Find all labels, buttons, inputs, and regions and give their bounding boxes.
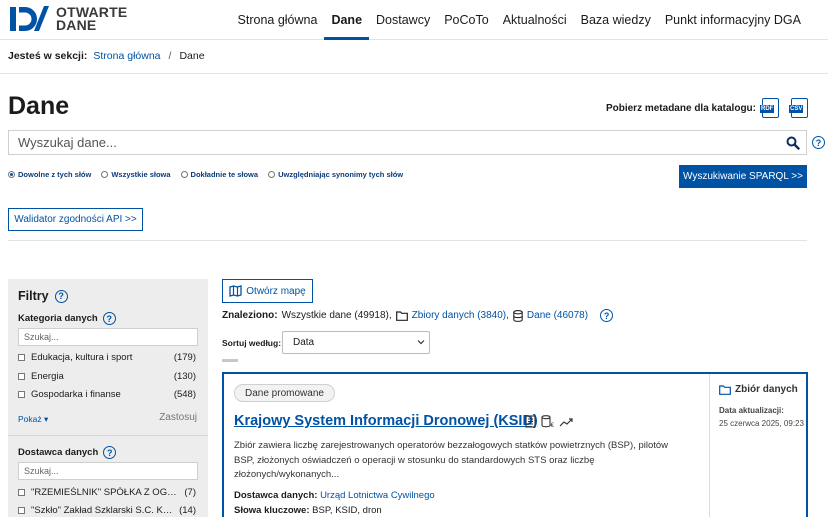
document-list-icon bbox=[525, 415, 536, 428]
result-keywords: Słowa kluczowe: BSP, KSID, dron bbox=[234, 505, 382, 516]
updated-label: Data aktualizacji: bbox=[719, 406, 784, 415]
results-summary: Znaleziono: Wszystkie dane (49918), Zbio… bbox=[222, 309, 614, 322]
api-validator-button[interactable]: Walidator zgodności API >> bbox=[8, 208, 143, 231]
logo-text: OTWARTE DANE bbox=[56, 4, 128, 33]
main-nav: Strona główna Dane Dostawcy PoCoTo Aktua… bbox=[231, 0, 808, 40]
metadata-download-label: Pobierz metadane dla katalogu: bbox=[605, 102, 756, 114]
result-description: Zbiór zawiera liczbę zarejestrowanych op… bbox=[234, 440, 669, 480]
breadcrumb-current: Dane bbox=[179, 50, 205, 62]
sort-select[interactable]: Data bbox=[282, 331, 430, 354]
nav-pocoto[interactable]: PoCoTo bbox=[437, 0, 495, 40]
divider bbox=[222, 359, 238, 362]
logo-mark-icon bbox=[10, 6, 49, 31]
nav-knowledge-base[interactable]: Baza wiedzy bbox=[574, 0, 658, 40]
checkbox[interactable] bbox=[18, 354, 25, 361]
result-format-icons: € bbox=[525, 415, 573, 428]
nav-dga-info-point[interactable]: Punkt informacyjny DGA bbox=[658, 0, 808, 40]
metadata-download: Pobierz metadane dla katalogu: RDF CSV bbox=[606, 98, 808, 118]
promoted-badge: Dane promowane bbox=[234, 384, 335, 402]
show-more-link[interactable]: Pokaż ▾ bbox=[18, 414, 48, 425]
result-type: Zbiór danych bbox=[719, 384, 798, 395]
category-search-input[interactable]: Szukaj... bbox=[18, 328, 198, 346]
search-mode-exact[interactable]: Dokładnie te słowa bbox=[180, 170, 258, 179]
top-bar: OTWARTE DANE Strona główna Dane Dostawcy… bbox=[0, 0, 828, 40]
folder-icon bbox=[395, 310, 408, 321]
provider-filter-item[interactable]: "Szkło" Zakład Szklarski S.C. Krystyna (… bbox=[18, 505, 196, 516]
provider-filter-label: Dostawca danych ? bbox=[18, 446, 117, 459]
nav-providers[interactable]: Dostawcy bbox=[369, 0, 437, 40]
breadcrumb-label: Jesteś w sekcji: bbox=[8, 50, 88, 62]
nav-data[interactable]: Dane bbox=[324, 0, 369, 40]
provider-link[interactable]: Urząd Lotnictwa Cywilnego bbox=[320, 490, 435, 501]
provider-filter-item[interactable]: "RZEMIEŚLNIK" SPÓŁKA Z OGRANICZONĄ ODPOW… bbox=[18, 487, 196, 498]
apply-filter-button[interactable]: Zastosuj bbox=[159, 412, 197, 423]
search-mode-synonyms[interactable]: Uwzględniając synonimy tych słów bbox=[268, 170, 403, 179]
filters-help-icon[interactable]: ? bbox=[54, 289, 68, 303]
category-filter-item[interactable]: Energia (130) bbox=[18, 371, 196, 382]
open-map-button[interactable]: Otwórz mapę bbox=[222, 279, 313, 303]
chevron-down-icon bbox=[417, 338, 425, 348]
trend-chart-icon bbox=[559, 417, 573, 426]
provider-help-icon[interactable]: ? bbox=[103, 446, 117, 459]
provider-search-input[interactable]: Szukaj... bbox=[18, 462, 198, 480]
svg-text:€: € bbox=[551, 423, 555, 428]
radio-icon bbox=[101, 171, 109, 178]
search-help-icon[interactable]: ? bbox=[812, 136, 825, 149]
site-logo[interactable]: OTWARTE DANE bbox=[8, 2, 127, 36]
sparql-search-button[interactable]: Wyszukiwanie SPARQL >> bbox=[679, 165, 807, 188]
folder-icon bbox=[719, 384, 731, 395]
result-title-link[interactable]: Krajowy System Informacji Dronowej (KSID… bbox=[234, 413, 538, 429]
radio-icon bbox=[268, 171, 276, 178]
search-mode-all[interactable]: Wszystkie słowa bbox=[101, 170, 171, 179]
checkbox[interactable] bbox=[18, 507, 25, 514]
checkbox[interactable] bbox=[18, 373, 25, 380]
divider bbox=[8, 435, 208, 436]
page-title: Dane bbox=[8, 92, 70, 120]
breadcrumb-home-link[interactable]: Strona główna bbox=[93, 50, 160, 62]
result-card: Dane promowane Krajowy System Informacji… bbox=[222, 372, 808, 517]
category-filter-label: Kategoria danych ? bbox=[18, 312, 116, 325]
category-filter-item[interactable]: Gospodarka i finanse (548) bbox=[18, 389, 196, 400]
result-provider: Dostawca danych: Urząd Lotnictwa Cywilne… bbox=[234, 490, 435, 501]
breadcrumb: Jesteś w sekcji: Strona główna / Dane bbox=[8, 50, 205, 62]
breadcrumb-separator: / bbox=[168, 50, 172, 62]
nav-news[interactable]: Aktualności bbox=[496, 0, 574, 40]
checkbox[interactable] bbox=[18, 489, 25, 496]
divider bbox=[0, 73, 828, 74]
search-icon[interactable] bbox=[780, 136, 806, 150]
filters-panel: Filtry ? Kategoria danych ? Szukaj... Ed… bbox=[8, 279, 208, 517]
database-euro-icon: € bbox=[541, 415, 555, 428]
found-label: Znaleziono: bbox=[222, 310, 278, 321]
sort-label: Sortuj według: bbox=[222, 338, 282, 348]
category-help-icon[interactable]: ? bbox=[102, 312, 116, 325]
category-filter-item[interactable]: Edukacja, kultura i sport (179) bbox=[18, 352, 196, 363]
results-help-icon[interactable]: ? bbox=[600, 309, 614, 322]
found-all: Wszystkie dane (49918), bbox=[281, 310, 392, 321]
divider bbox=[8, 240, 807, 241]
updated-value: 25 czerwca 2025, 09:23 bbox=[719, 419, 804, 428]
filters-title: Filtry ? bbox=[18, 289, 68, 303]
rdf-download-icon[interactable]: RDF bbox=[760, 98, 779, 118]
found-resources-link[interactable]: Dane (46078) bbox=[527, 310, 588, 321]
radio-icon bbox=[180, 171, 188, 178]
search-input[interactable] bbox=[9, 131, 780, 154]
search-mode-any[interactable]: Dowolne z tych słów bbox=[8, 170, 91, 179]
checkbox[interactable] bbox=[18, 391, 25, 398]
search-box bbox=[8, 130, 807, 155]
search-mode-group: Dowolne z tych słów Wszystkie słowa Dokł… bbox=[8, 170, 403, 179]
divider bbox=[709, 374, 710, 517]
radio-icon bbox=[8, 171, 15, 178]
map-icon bbox=[229, 285, 242, 297]
nav-home[interactable]: Strona główna bbox=[231, 0, 325, 40]
database-icon bbox=[513, 309, 523, 322]
found-datasets-link[interactable]: Zbiory danych (3840), bbox=[412, 310, 509, 321]
csv-download-icon[interactable]: CSV bbox=[789, 98, 808, 118]
